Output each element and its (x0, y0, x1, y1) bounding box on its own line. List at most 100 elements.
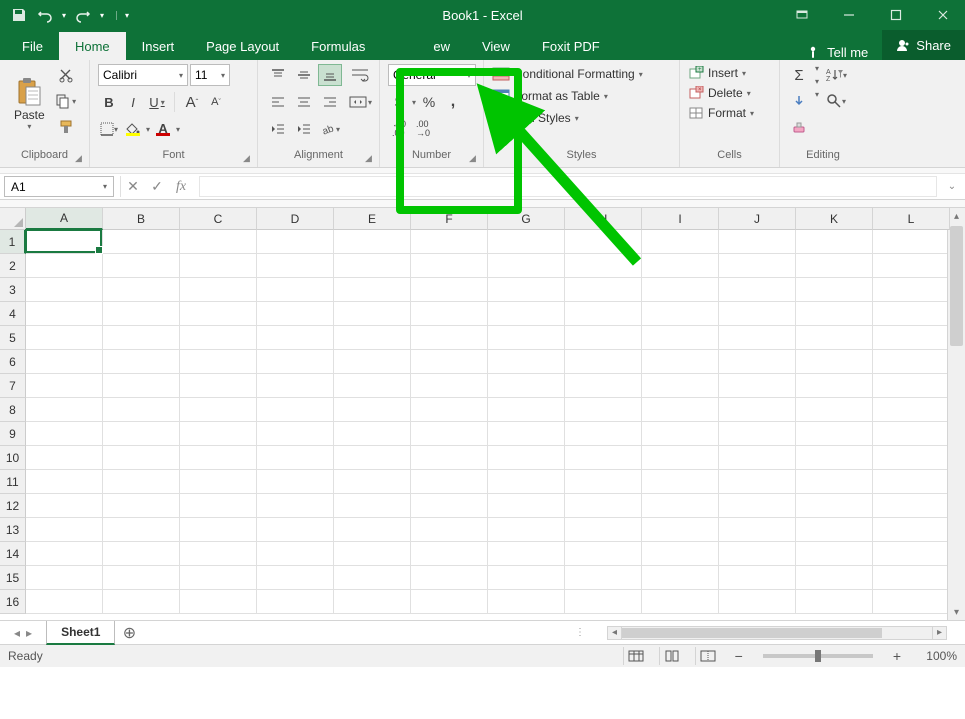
cell[interactable] (334, 518, 411, 542)
cell[interactable] (796, 470, 873, 494)
cell[interactable] (642, 278, 719, 302)
cell[interactable] (257, 302, 334, 326)
cell[interactable] (873, 302, 950, 326)
accounting-dropdown[interactable]: ▾ (412, 98, 416, 107)
column-header[interactable]: H (565, 208, 642, 230)
cell[interactable] (334, 422, 411, 446)
cell[interactable] (411, 422, 488, 446)
cell[interactable] (565, 422, 642, 446)
bold-button[interactable]: B (98, 91, 120, 113)
paste-dropdown-icon[interactable]: ▾ (27, 122, 31, 131)
cell[interactable] (873, 518, 950, 542)
increase-decimal-button[interactable]: ←0.00 (388, 118, 410, 140)
cell[interactable] (565, 302, 642, 326)
row-header[interactable]: 4 (0, 302, 26, 326)
cell[interactable] (642, 302, 719, 326)
cell[interactable] (257, 590, 334, 614)
zoom-out-button[interactable]: − (731, 648, 747, 664)
cell[interactable] (796, 542, 873, 566)
minimize-button[interactable] (826, 0, 871, 30)
row-header[interactable]: 8 (0, 398, 26, 422)
conditional-formatting-button[interactable]: Conditional Formatting ▾ (492, 64, 643, 84)
cell[interactable] (26, 278, 103, 302)
align-left-button[interactable] (266, 91, 290, 113)
cell[interactable] (257, 326, 334, 350)
cell[interactable] (873, 470, 950, 494)
cell[interactable] (796, 422, 873, 446)
cell[interactable] (411, 374, 488, 398)
cell[interactable] (180, 542, 257, 566)
cell[interactable] (565, 566, 642, 590)
cell[interactable] (719, 230, 796, 254)
cell[interactable] (411, 302, 488, 326)
column-header[interactable]: D (257, 208, 334, 230)
cell[interactable] (257, 422, 334, 446)
tab-insert[interactable]: Insert (126, 32, 191, 60)
cell[interactable] (26, 254, 103, 278)
cell[interactable] (642, 326, 719, 350)
row-header[interactable]: 6 (0, 350, 26, 374)
cell[interactable] (411, 230, 488, 254)
cell[interactable] (873, 590, 950, 614)
grow-font-button[interactable]: Aˆ (181, 91, 203, 113)
cell[interactable] (565, 542, 642, 566)
cell[interactable] (488, 470, 565, 494)
column-header[interactable]: L (873, 208, 950, 230)
tab-formulas[interactable]: Formulas (295, 32, 393, 60)
cell[interactable] (180, 470, 257, 494)
cell[interactable] (642, 446, 719, 470)
cell[interactable] (565, 230, 642, 254)
insert-function-button[interactable]: fx (169, 176, 193, 197)
cell[interactable] (334, 446, 411, 470)
cell[interactable] (488, 398, 565, 422)
sheet-nav-prev-icon[interactable]: ◂ (14, 626, 20, 640)
cut-button[interactable] (55, 64, 77, 86)
fill-button[interactable] (788, 90, 810, 112)
horizontal-scrollbar[interactable]: ◂ ▸ (607, 626, 947, 640)
cell[interactable] (565, 326, 642, 350)
cell[interactable] (334, 590, 411, 614)
cell[interactable] (411, 518, 488, 542)
tab-view[interactable]: View (466, 32, 526, 60)
tab-home[interactable]: Home (59, 32, 126, 60)
cell[interactable] (411, 254, 488, 278)
cell[interactable] (257, 542, 334, 566)
cell[interactable] (565, 590, 642, 614)
cell[interactable] (26, 566, 103, 590)
cell[interactable] (26, 230, 103, 254)
shrink-font-button[interactable]: Aˇ (205, 91, 227, 113)
cell[interactable] (873, 494, 950, 518)
format-as-table-button[interactable]: Format as Table ▾ (492, 86, 608, 106)
scroll-right-icon[interactable]: ▸ (932, 627, 946, 639)
cell[interactable] (873, 542, 950, 566)
cell[interactable] (103, 542, 180, 566)
borders-button[interactable]: ▾ (98, 118, 120, 140)
cell[interactable] (796, 278, 873, 302)
cell[interactable] (642, 350, 719, 374)
row-header[interactable]: 7 (0, 374, 26, 398)
column-header[interactable]: F (411, 208, 488, 230)
cell[interactable] (719, 566, 796, 590)
cell[interactable] (103, 566, 180, 590)
cell[interactable] (488, 446, 565, 470)
cell[interactable] (26, 518, 103, 542)
tab-file[interactable]: File (6, 32, 59, 60)
cell[interactable] (565, 518, 642, 542)
redo-dropdown-icon[interactable]: ▾ (100, 11, 104, 20)
decrease-indent-button[interactable] (266, 118, 290, 140)
cell[interactable] (26, 374, 103, 398)
column-header[interactable]: G (488, 208, 565, 230)
cell[interactable] (180, 230, 257, 254)
cell[interactable] (719, 446, 796, 470)
cell[interactable] (26, 590, 103, 614)
row-header[interactable]: 14 (0, 542, 26, 566)
cell[interactable] (26, 302, 103, 326)
cell[interactable] (334, 350, 411, 374)
new-sheet-button[interactable]: ⊕ (115, 623, 143, 643)
zoom-in-button[interactable]: + (889, 648, 905, 664)
cell[interactable] (180, 278, 257, 302)
cell[interactable] (26, 350, 103, 374)
cell[interactable] (103, 494, 180, 518)
cell[interactable] (334, 374, 411, 398)
cell[interactable] (873, 398, 950, 422)
